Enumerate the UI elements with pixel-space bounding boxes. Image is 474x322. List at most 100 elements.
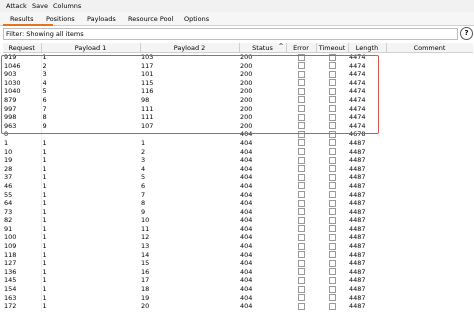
checkbox[interactable] xyxy=(328,225,336,233)
cell-comment xyxy=(386,199,473,208)
table-row[interactable]: 163 1 19 404 4487 xyxy=(3,293,473,303)
cell-comment xyxy=(386,148,473,157)
checkbox[interactable] xyxy=(328,276,336,284)
checkbox[interactable] xyxy=(297,268,305,276)
table-row[interactable]: 109 1 13 404 4487 xyxy=(3,242,473,251)
table-row[interactable]: 64 1 8 404 4487 xyxy=(3,199,473,208)
checkbox[interactable] xyxy=(297,302,305,310)
checkbox[interactable] xyxy=(297,259,305,267)
table-row[interactable]: 28 1 4 404 4487 xyxy=(3,164,473,174)
tab-positions[interactable]: Positions xyxy=(46,15,75,23)
checkbox[interactable] xyxy=(297,148,305,156)
table-row[interactable]: 127 1 15 404 4487 xyxy=(3,259,473,268)
table-row[interactable]: 136 1 16 404 4487 xyxy=(3,267,473,277)
table-row[interactable]: 73 1 9 404 4487 xyxy=(3,207,473,217)
cell-length: 4487 xyxy=(349,250,366,259)
checkbox[interactable] xyxy=(328,191,336,198)
column-header-error[interactable]: Error xyxy=(286,43,317,53)
cell-payload-1: 1 xyxy=(42,199,47,208)
help-icon[interactable]: ? xyxy=(460,27,473,40)
checkbox[interactable] xyxy=(328,242,336,250)
checkbox[interactable] xyxy=(328,233,336,241)
table-row[interactable]: 46 1 6 404 4487 xyxy=(3,181,473,191)
checkbox[interactable] xyxy=(328,165,336,173)
menu-columns[interactable]: Columns xyxy=(53,2,81,10)
table-row[interactable]: 154 1 18 404 4487 xyxy=(3,285,473,294)
filter-bar[interactable]: Filter: Showing all items xyxy=(3,28,458,40)
column-header-payload-1[interactable]: Payload 1 xyxy=(41,43,141,53)
checkbox[interactable] xyxy=(328,173,336,181)
checkbox[interactable] xyxy=(328,208,336,216)
checkbox[interactable] xyxy=(328,294,336,302)
cell-timeout xyxy=(316,276,348,285)
checkbox[interactable] xyxy=(328,182,336,190)
cell-status: 404 xyxy=(240,242,253,251)
tab-options[interactable]: Options xyxy=(184,15,209,23)
checkbox[interactable] xyxy=(328,156,336,164)
table-row[interactable]: 10 1 2 404 4487 xyxy=(3,147,473,157)
table-row[interactable]: 100 1 12 404 4487 xyxy=(3,233,473,243)
cell-comment xyxy=(386,139,473,148)
column-header-length[interactable]: Length xyxy=(348,43,387,53)
table-row[interactable]: 82 1 10 404 4487 xyxy=(3,216,473,225)
table-row[interactable]: 118 1 14 404 4487 xyxy=(3,250,473,260)
checkbox[interactable] xyxy=(297,242,305,250)
checkbox[interactable] xyxy=(328,268,336,276)
menu-save[interactable]: Save xyxy=(32,2,48,10)
table-row[interactable]: 91 1 11 404 4487 xyxy=(3,224,473,234)
cell-length: 4487 xyxy=(349,164,366,173)
table-row[interactable]: 37 1 5 404 4487 xyxy=(3,173,473,182)
checkbox[interactable] xyxy=(297,173,305,181)
cell-status: 404 xyxy=(240,267,253,276)
checkbox[interactable] xyxy=(297,165,305,173)
column-header-comment[interactable]: Comment xyxy=(386,43,473,53)
table-row[interactable]: 1 1 1 404 4487 xyxy=(3,138,473,148)
checkbox[interactable] xyxy=(297,276,305,284)
checkbox[interactable] xyxy=(328,302,336,310)
checkbox[interactable] xyxy=(297,208,305,216)
table-row[interactable]: 145 1 17 404 4487 xyxy=(3,276,473,286)
checkbox[interactable] xyxy=(297,199,305,207)
menu-attack[interactable]: Attack xyxy=(6,2,27,10)
column-header-payload-2[interactable]: Payload 2 xyxy=(140,43,240,53)
cell-error xyxy=(286,216,316,225)
checkbox[interactable] xyxy=(297,156,305,164)
checkbox[interactable] xyxy=(297,251,305,259)
cell-payload-1: 1 xyxy=(42,164,47,173)
checkbox[interactable] xyxy=(297,233,305,241)
table-row[interactable]: 172 1 20 404 4487 xyxy=(3,302,473,311)
checkbox[interactable] xyxy=(328,251,336,259)
cell-status: 404 xyxy=(240,181,253,190)
checkbox[interactable] xyxy=(297,139,305,147)
checkbox[interactable] xyxy=(328,139,336,147)
column-header-request[interactable]: Request xyxy=(3,43,42,53)
table-row[interactable]: 19 1 3 404 4487 xyxy=(3,156,473,165)
cell-request: 145 xyxy=(3,276,42,286)
table-row[interactable]: 55 1 7 404 4487 xyxy=(3,190,473,200)
checkbox[interactable] xyxy=(297,294,305,302)
cell-length: 4487 xyxy=(349,242,366,251)
cell-comment xyxy=(386,87,473,96)
checkbox[interactable] xyxy=(328,216,336,224)
cell-comment xyxy=(386,156,473,165)
cell-error xyxy=(286,208,316,217)
checkbox[interactable] xyxy=(328,259,336,267)
cell-error xyxy=(286,242,316,251)
checkbox[interactable] xyxy=(297,191,305,198)
checkbox[interactable] xyxy=(297,216,305,224)
sort-ascending-icon: ^ xyxy=(278,43,284,50)
checkbox[interactable] xyxy=(328,148,336,156)
cell-comment xyxy=(386,294,473,303)
checkbox[interactable] xyxy=(328,285,336,293)
checkbox[interactable] xyxy=(297,285,305,293)
checkbox[interactable] xyxy=(297,225,305,233)
tab-resource-pool[interactable]: Resource Pool xyxy=(128,15,173,23)
tab-results[interactable]: Results xyxy=(10,15,33,23)
checkbox[interactable] xyxy=(297,182,305,190)
checkbox[interactable] xyxy=(328,199,336,207)
column-header-timeout[interactable]: Timeout xyxy=(316,43,349,53)
cell-timeout xyxy=(316,199,348,208)
tab-payloads[interactable]: Payloads xyxy=(87,15,116,23)
cell-timeout xyxy=(316,285,348,294)
column-header-status[interactable]: Status ^ xyxy=(239,43,287,53)
